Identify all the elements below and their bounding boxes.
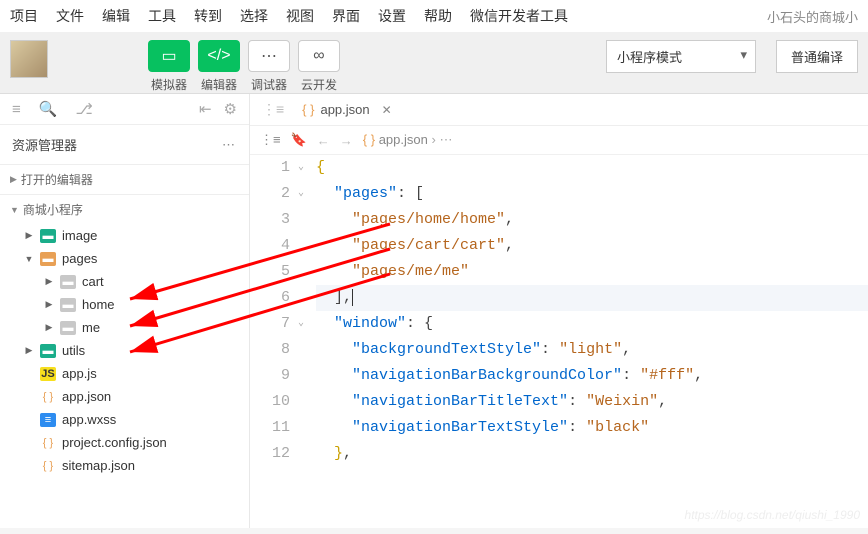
folder-grey-icon: ▬ — [60, 275, 76, 289]
menu-item[interactable]: 界面 — [332, 6, 360, 26]
menu-item[interactable]: 选择 — [240, 6, 268, 26]
editor-label: 编辑器 — [201, 76, 237, 93]
simulator-button[interactable]: ▭ — [148, 40, 190, 72]
folder-row[interactable]: ▶▬utils — [0, 339, 249, 362]
folder-row[interactable]: ▶▬me — [0, 316, 249, 339]
file-row[interactable]: ≡ app.wxss — [0, 408, 249, 431]
project-section[interactable]: ▼ 商城小程序 — [0, 194, 249, 224]
json-icon-icon: { } — [40, 459, 56, 473]
tree-label: me — [82, 320, 100, 335]
simulator-label: 模拟器 — [151, 76, 187, 93]
editor-button[interactable]: </> — [198, 40, 240, 72]
json-icon-icon: { } — [40, 390, 56, 404]
watermark: https://blog.csdn.net/qiushi_1990 — [685, 508, 860, 522]
tree-label: pages — [62, 251, 97, 266]
tree-label: home — [82, 297, 115, 312]
folder-grey-icon: ▬ — [60, 321, 76, 335]
settings-icon[interactable]: ⚙ — [224, 100, 237, 118]
tree-label: app.wxss — [62, 412, 116, 427]
debugger-button[interactable]: ⋯ — [248, 40, 290, 72]
tree-label: project.config.json — [62, 435, 167, 450]
branch-icon[interactable]: ⎇ — [75, 100, 92, 118]
debugger-label: 调试器 — [251, 76, 287, 93]
tree-label: app.js — [62, 366, 97, 381]
explorer-title: 资源管理器 — [12, 135, 77, 154]
compile-select[interactable]: 普通编译 — [776, 40, 858, 73]
menu-bar: 项目 文件 编辑 工具 转到 选择 视图 界面 设置 帮助 微信开发者工具 小石… — [0, 0, 868, 32]
folder-orange-icon: ▬ — [40, 252, 56, 266]
outline-icon[interactable]: ⋮≡ — [260, 132, 281, 148]
tree-label: app.json — [62, 389, 111, 404]
cloud-label: 云开发 — [301, 76, 337, 93]
open-editors-section[interactable]: ▶ 打开的编辑器 — [0, 164, 249, 194]
sidebar: ≡ 🔍 ⎇ ⇤ ⚙ 资源管理器 ⋯ ▶ 打开的编辑器 ▼ 商城小程序 ▶ ▬ ima… — [0, 94, 250, 528]
file-row[interactable]: { } app.json — [0, 385, 249, 408]
toolbar: ▭ 模拟器 </> 编辑器 ⋯ 调试器 ∞ 云开发 小程序模式 普通编译 — [0, 32, 868, 94]
collapse-icon[interactable]: ⇤ — [199, 100, 212, 118]
menu-item[interactable]: 转到 — [194, 6, 222, 26]
folder-green-icon: ▬ — [40, 344, 56, 358]
chevron-right-icon: ▶ — [10, 174, 17, 185]
folder-row[interactable]: ▶▬image — [0, 224, 249, 247]
project-icon — [10, 40, 48, 78]
menu-item[interactable]: 工具 — [148, 6, 176, 26]
json-icon: { } — [302, 102, 314, 117]
folder-grey-icon: ▬ — [60, 298, 76, 312]
menu-item[interactable]: 设置 — [378, 6, 406, 26]
more-icon[interactable]: ⋯ — [222, 137, 237, 153]
folder-row[interactable]: ▶▬home — [0, 293, 249, 316]
wxss-icon-icon: ≡ — [40, 413, 56, 427]
file-tab[interactable]: { } app.json ✕ — [290, 94, 404, 125]
menu-item[interactable]: 帮助 — [424, 6, 452, 26]
file-tree: ▶▬image▼▬pages▶▬cart▶▬home▶▬me▶▬utilsJSa… — [0, 224, 249, 477]
bookmark-icon[interactable]: 🔖 — [291, 132, 307, 148]
tree-label: sitemap.json — [62, 458, 135, 473]
menu-item[interactable]: 编辑 — [102, 6, 130, 26]
breadcrumb-file[interactable]: { } app.json › ⋯ — [363, 132, 453, 148]
menu-item[interactable]: 视图 — [286, 6, 314, 26]
back-icon[interactable]: ← — [317, 133, 330, 148]
code-area[interactable]: 123456789101112 ⌄⌄⌄ { "pages": [ "pages/… — [250, 155, 868, 467]
cloud-button[interactable]: ∞ — [298, 40, 340, 72]
file-row[interactable]: { } project.config.json — [0, 431, 249, 454]
tree-label: image — [62, 228, 97, 243]
menu-item[interactable]: 微信开发者工具 — [470, 6, 568, 26]
json-icon-icon: { } — [40, 436, 56, 450]
file-row[interactable]: JS app.js — [0, 362, 249, 385]
gutter-icon[interactable]: ⋮≡ — [256, 101, 290, 118]
json-icon: { } — [363, 132, 375, 147]
search-icon[interactable]: 🔍 — [39, 100, 58, 118]
list-icon[interactable]: ≡ — [12, 101, 21, 118]
mode-select[interactable]: 小程序模式 — [606, 40, 756, 73]
folder-green-icon: ▬ — [40, 229, 56, 243]
close-icon[interactable]: ✕ — [382, 103, 392, 117]
editor-pane: ⋮≡ { } app.json ✕ ⋮≡ 🔖 ← → { } app.json … — [250, 94, 868, 528]
app-title: 小石头的商城小 — [767, 7, 858, 26]
folder-row[interactable]: ▶▬cart — [0, 270, 249, 293]
folder-row[interactable]: ▼▬pages — [0, 247, 249, 270]
js-icon-icon: JS — [40, 367, 56, 381]
file-row[interactable]: { } sitemap.json — [0, 454, 249, 477]
tree-label: cart — [82, 274, 104, 289]
chevron-down-icon: ▼ — [10, 205, 19, 215]
forward-icon[interactable]: → — [340, 133, 353, 148]
menu-item[interactable]: 项目 — [10, 6, 38, 26]
menu-item[interactable]: 文件 — [56, 6, 84, 26]
tree-label: utils — [62, 343, 85, 358]
